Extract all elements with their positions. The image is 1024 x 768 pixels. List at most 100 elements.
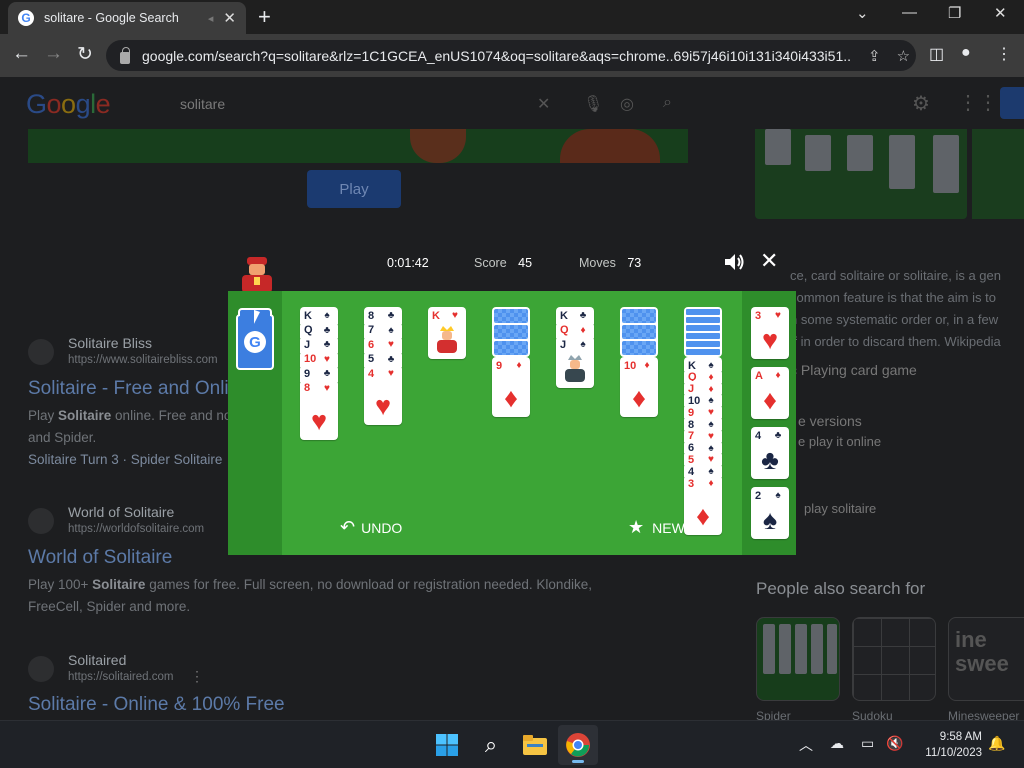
result-site-name[interactable]: World of Solitaire	[68, 504, 174, 520]
moves-value: 73	[627, 256, 642, 270]
face-down-card	[686, 349, 720, 355]
knowledge-panel-image-2[interactable]	[972, 129, 1024, 219]
side-panel-icon[interactable]: ◫	[929, 44, 944, 64]
pas-thumb-sudoku[interactable]	[852, 617, 936, 701]
tray-overflow-chevron-icon[interactable]: ︿	[799, 735, 813, 755]
lens-search-icon[interactable]: ◎	[620, 94, 634, 114]
card-rank: 5	[368, 353, 375, 365]
pas-thumb-minesweeper[interactable]: ine swee	[948, 617, 1024, 701]
tableau-card[interactable]: 4 ♥ ♥	[364, 365, 402, 425]
card-suit-large: ♦	[504, 383, 518, 413]
card-index: 5 ♣	[368, 353, 398, 366]
card-rank: 10	[304, 353, 317, 365]
tableau-card[interactable]: 8 ♥ ♥	[300, 379, 338, 440]
system-clock[interactable]: 9:58 AM 11/10/2023	[918, 729, 982, 761]
back-icon[interactable]: ←	[12, 43, 31, 65]
play-button[interactable]: Play	[307, 170, 401, 208]
foundation-card[interactable]: 3 ♥ ♥	[751, 307, 789, 359]
apps-grid-icon[interactable]: ⋮⋮	[958, 90, 998, 115]
forward-icon[interactable]: →	[44, 43, 63, 65]
minimize-icon[interactable]: —	[902, 4, 917, 21]
share-icon[interactable]: ⇪	[868, 47, 881, 65]
foundation-card[interactable]: 4 ♣ ♣	[751, 427, 789, 479]
kp-description-line[interactable]: ff in order to discard them. Wikipedia	[790, 331, 1001, 353]
result-title[interactable]: Solitaire - Online & 100% Free	[28, 694, 285, 716]
google-logo[interactable]: Google	[26, 89, 111, 120]
card-suit-large: ♦	[632, 383, 646, 413]
card-suit: ♣	[387, 310, 395, 321]
pas-thumb-spider[interactable]	[756, 617, 840, 701]
result-url[interactable]: https://www.solitairebliss.com	[68, 354, 218, 366]
card-index: K ♥	[432, 309, 462, 322]
restore-icon[interactable]: ❐	[948, 4, 961, 22]
more-options-icon[interactable]: ⋮	[190, 668, 204, 685]
profile-icon[interactable]: ●	[961, 44, 971, 62]
tableau-card[interactable]: 3 ♦ ♦	[684, 475, 722, 535]
card-suit: ♥	[388, 339, 394, 350]
thumb-card	[933, 135, 959, 193]
pas-label[interactable]: Minesweeper	[948, 709, 1019, 720]
tab-audio-icon[interactable]: ◂	[208, 12, 214, 25]
kp-how-to[interactable]: play solitaire	[804, 501, 876, 516]
close-game-icon[interactable]: ✕	[760, 248, 778, 274]
kp-versions-title[interactable]: e versions	[798, 413, 862, 429]
card-rank: 7	[368, 324, 375, 336]
search-query[interactable]: solitare	[180, 96, 225, 112]
card-suit: ♥	[452, 310, 458, 321]
result-site-name[interactable]: Solitaire Bliss	[68, 335, 152, 351]
taskbar-search-icon[interactable]: ⌕	[477, 731, 505, 759]
new-tab-icon[interactable]: +	[258, 4, 271, 30]
result-url[interactable]: https://solitaired.com	[68, 671, 173, 683]
sign-in-button[interactable]	[1000, 87, 1024, 119]
result-site-name[interactable]: Solitaired	[68, 652, 126, 668]
network-icon[interactable]: ▭	[861, 735, 874, 752]
tableau-card[interactable]: J ♠	[556, 336, 594, 388]
foundation-card[interactable]: A ♦ ♦	[751, 367, 789, 419]
undo-button[interactable]: ↶ UNDO	[340, 517, 402, 538]
result-url[interactable]: https://worldofsolitaire.com	[68, 523, 204, 535]
result-title[interactable]: Solitaire - Free and Online	[28, 378, 250, 400]
card-rank: 9	[496, 359, 503, 372]
chrome-menu-icon[interactable]: ⋮	[996, 44, 1012, 64]
foundation-card[interactable]: 2 ♠ ♠	[751, 487, 789, 539]
volume-muted-icon[interactable]: 🔇	[886, 735, 903, 752]
lock-icon[interactable]	[120, 46, 130, 64]
result-sitelinks[interactable]: Solitaire Turn 3 · Spider Solitaire	[28, 452, 222, 467]
settings-gear-icon[interactable]: ⚙	[912, 91, 930, 116]
thumb-card	[763, 624, 775, 674]
stock-google-logo: G	[244, 331, 266, 353]
tableau-card[interactable]: K ♥	[428, 307, 466, 359]
snippet-bold: Solitaire	[58, 408, 112, 423]
address-bar[interactable]: google.com/search?q=solitare&rlz=1C1GCEA…	[106, 40, 916, 71]
card-suit: ♦	[516, 360, 522, 371]
tab-strip: G solitare - Google Search ◂ ✕ + ⌄ — ❐ ✕	[0, 0, 1024, 34]
close-window-icon[interactable]: ✕	[994, 4, 1007, 22]
close-tab-icon[interactable]: ✕	[223, 9, 236, 27]
clear-search-icon[interactable]: ✕	[537, 94, 550, 114]
card-rank: 3	[755, 309, 762, 322]
new-game-button[interactable]: ★ NEW	[628, 517, 685, 538]
tab-search-chevron-icon[interactable]: ⌄	[856, 4, 869, 22]
result-title[interactable]: World of Solitaire	[28, 547, 172, 569]
voice-search-icon[interactable]: 🎙	[583, 94, 603, 114]
face-down-card	[622, 309, 656, 323]
tableau-card[interactable]: 9 ♦ ♦	[492, 357, 530, 417]
pas-label[interactable]: Sudoku	[852, 709, 893, 720]
browser-tab[interactable]: G solitare - Google Search ◂ ✕	[8, 2, 246, 34]
hero-illustration	[560, 129, 660, 163]
url-text[interactable]: google.com/search?q=solitare&rlz=1C1GCEA…	[142, 48, 852, 64]
reload-icon[interactable]: ↻	[77, 43, 93, 66]
onedrive-icon[interactable]: ☁	[830, 735, 844, 752]
card-rank: 6	[368, 338, 375, 351]
knowledge-panel-image[interactable]	[755, 129, 967, 219]
windows-start-icon[interactable]	[433, 731, 461, 759]
search-icon[interactable]: ⌕	[663, 94, 672, 112]
bookmark-star-icon[interactable]: ☆	[897, 47, 910, 65]
file-explorer-icon[interactable]	[521, 731, 549, 759]
pas-label[interactable]: Spider	[756, 709, 791, 720]
result-snippet: Play 100+ Solitaire games for free. Full…	[28, 574, 592, 596]
tableau-card[interactable]: 10 ♦ ♦	[620, 357, 658, 417]
notification-bell-icon[interactable]: 🔔	[988, 735, 1005, 752]
card-index: 8 ♥	[304, 382, 334, 395]
sound-toggle-icon[interactable]	[723, 252, 745, 272]
